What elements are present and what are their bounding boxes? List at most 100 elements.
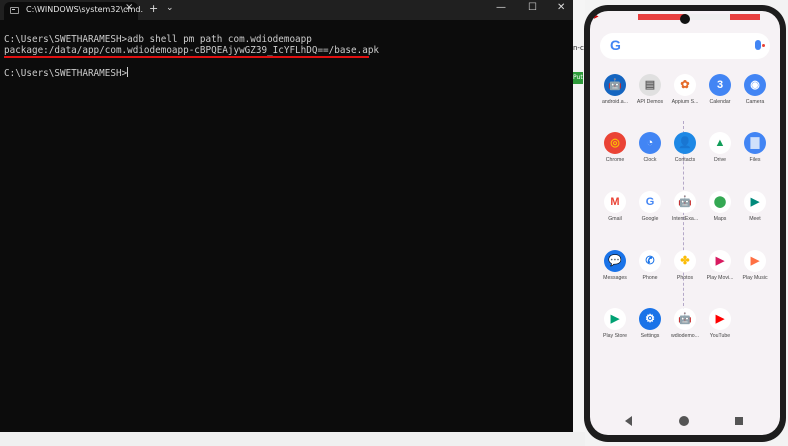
app-messages[interactable]: 💬 Messages xyxy=(598,250,632,281)
app-icon-glyph: ⚙ xyxy=(645,313,655,325)
app-label: YouTube xyxy=(709,333,731,339)
app-label: Files xyxy=(749,157,761,163)
app-gmail[interactable]: M Gmail xyxy=(598,191,632,222)
app-icon-glyph: ▶ xyxy=(610,313,620,325)
app-wdiodemo[interactable]: 🤖 wdiodemo... xyxy=(668,308,702,339)
app-youtube[interactable]: ▶ YouTube xyxy=(703,308,737,339)
tab-close-icon[interactable]: × xyxy=(125,2,133,13)
files-icon: ▇ xyxy=(744,132,766,154)
app-maps[interactable]: ⬤ Maps xyxy=(703,191,737,222)
app-appium[interactable]: ✿ Appium S... xyxy=(668,74,702,105)
app-label: Drive xyxy=(713,157,727,163)
app-play-store[interactable]: ▶ Play Store xyxy=(598,308,632,339)
app-label: Appium S... xyxy=(671,99,699,105)
maps-icon: ⬤ xyxy=(709,191,731,213)
terminal-line: C:\Users\SWETHARAMESH>adb shell pm path … xyxy=(4,34,312,45)
app-clock[interactable]: ◔ Clock xyxy=(633,132,667,163)
app-google[interactable]: G Google xyxy=(633,191,667,222)
appium-icon: ✿ xyxy=(674,74,696,96)
app-icon-glyph: ✤ xyxy=(680,255,690,267)
app-icon-glyph: ◎ xyxy=(610,137,620,149)
recent-apps-icon[interactable] xyxy=(735,417,743,425)
app-label: Clock xyxy=(643,157,657,163)
app-play-movies[interactable]: ▶ Play Movi... xyxy=(703,250,737,281)
tab-dropdown-button[interactable]: ⌄ xyxy=(166,3,174,13)
photos-icon: ✤ xyxy=(674,250,696,272)
app-label: IntentExa... xyxy=(671,216,699,222)
app-icon-glyph: ◉ xyxy=(750,79,760,91)
youtube-icon: ▶ xyxy=(709,308,731,330)
android-icon: 🤖 xyxy=(604,74,626,96)
google-icon: G xyxy=(639,191,661,213)
terminal-tab[interactable]: C:\WINDOWS\system32\cmd. xyxy=(4,2,143,20)
highlight-underline xyxy=(4,56,369,58)
app-icon-glyph: ▶ xyxy=(750,196,760,208)
app-label: Maps xyxy=(713,216,727,222)
back-icon[interactable] xyxy=(625,416,632,426)
settings-icon: ⚙ xyxy=(639,308,661,330)
maximize-button[interactable]: ☐ xyxy=(528,2,537,13)
terminal-prompt-line: C:\Users\SWETHARAMESH> xyxy=(4,67,569,79)
app-folder[interactable]: ▤ API Demos xyxy=(633,74,667,105)
app-icon-glyph: 3 xyxy=(716,79,724,91)
app-icon-glyph: 🤖 xyxy=(678,313,692,325)
app-drive[interactable]: ▲ Drive xyxy=(703,132,737,163)
app-meet[interactable]: ▶ Meet xyxy=(738,191,772,222)
home-icon[interactable] xyxy=(679,416,689,426)
app-photos[interactable]: ✤ Photos xyxy=(668,250,702,281)
app-icon-glyph: ✆ xyxy=(645,255,655,267)
status-overlay-segment xyxy=(686,14,730,20)
app-contacts[interactable]: 👤 Contacts xyxy=(668,132,702,163)
wdiodemo-icon: 🤖 xyxy=(674,308,696,330)
app-label: Camera xyxy=(745,99,765,105)
play-music-icon: ▶ xyxy=(744,250,766,272)
app-icon-glyph: ⬤ xyxy=(713,196,727,208)
drive-icon: ▲ xyxy=(709,132,731,154)
youtube-notification-icon: ▶ xyxy=(594,13,599,20)
terminal-line: package:/data/app/com.wdiodemoapp-cBPQEA… xyxy=(4,45,380,56)
minimize-button[interactable]: — xyxy=(496,2,506,13)
background-window-text: n-c xyxy=(573,44,584,52)
app-label: API Demos xyxy=(636,99,664,105)
app-icon-glyph: G xyxy=(645,196,655,208)
background-window-button: Put xyxy=(573,72,583,84)
app-label: Play Music xyxy=(742,275,768,281)
app-label: Chrome xyxy=(605,157,625,163)
app-phone[interactable]: ✆ Phone xyxy=(633,250,667,281)
google-logo-icon: G xyxy=(610,37,621,53)
app-label: android.a... xyxy=(602,99,628,105)
app-label: Contacts xyxy=(674,157,696,163)
app-android[interactable]: 🤖 android.a... xyxy=(598,74,632,105)
phone-emulator: ▶ G 🤖 android.a... ▤ API Demos ✿ Appium S... 3… xyxy=(584,5,786,442)
phone-screen[interactable]: ▶ G 🤖 android.a... ▤ API Demos ✿ Appium S... 3… xyxy=(590,11,780,435)
app-camera[interactable]: ◉ Camera xyxy=(738,74,772,105)
terminal-tab-bar: C:\WINDOWS\system32\cmd. × + ⌄ — ☐ ✕ xyxy=(0,0,573,20)
chrome-icon: ◎ xyxy=(604,132,626,154)
navigation-bar xyxy=(590,409,780,435)
folder-icon: ▤ xyxy=(639,74,661,96)
app-label: wdiodemo... xyxy=(671,333,699,339)
app-icon-glyph: ▶ xyxy=(715,313,725,325)
app-chrome[interactable]: ◎ Chrome xyxy=(598,132,632,163)
app-icon-glyph: 🤖 xyxy=(678,196,692,208)
app-icon-glyph: ◔ xyxy=(646,137,654,149)
app-intent-example[interactable]: 🤖 IntentExa... xyxy=(668,191,702,222)
contacts-icon: 👤 xyxy=(674,132,696,154)
app-label: Play Movi... xyxy=(706,275,734,281)
app-play-music[interactable]: ▶ Play Music xyxy=(738,250,772,281)
close-button[interactable]: ✕ xyxy=(557,2,565,13)
gmail-icon: M xyxy=(604,191,626,213)
google-search-bar[interactable]: G xyxy=(600,33,770,59)
app-settings[interactable]: ⚙ Settings xyxy=(633,308,667,339)
new-tab-button[interactable]: + xyxy=(149,2,158,15)
app-label: Settings xyxy=(640,333,660,339)
terminal-prompt: C:\Users\SWETHARAMESH> xyxy=(4,68,128,79)
microphone-icon[interactable] xyxy=(755,40,765,50)
app-icon-glyph: 💬 xyxy=(608,255,622,267)
app-icon-glyph: ✿ xyxy=(680,79,690,91)
app-label: Calendar xyxy=(709,99,731,105)
terminal-window[interactable]: C:\WINDOWS\system32\cmd. × + ⌄ — ☐ ✕ C:\… xyxy=(0,0,573,432)
app-files[interactable]: ▇ Files xyxy=(738,132,772,163)
app-icon-glyph: 🤖 xyxy=(608,79,622,91)
app-calendar[interactable]: 3 Calendar xyxy=(703,74,737,105)
